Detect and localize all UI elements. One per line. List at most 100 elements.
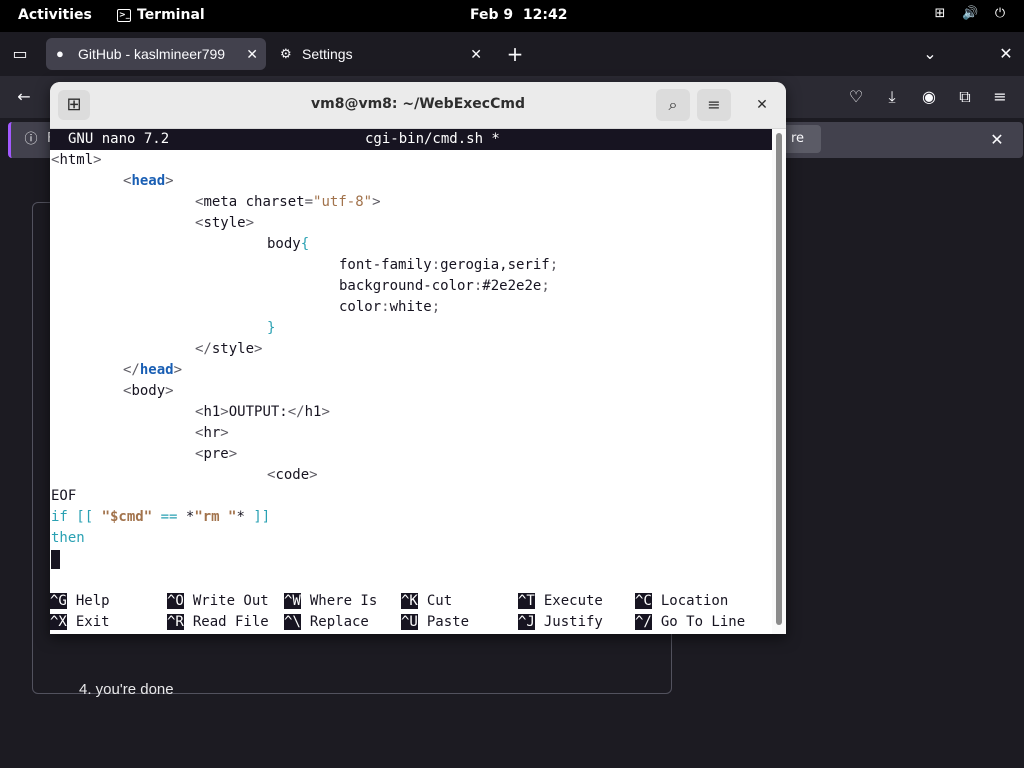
shortcut-key: ^G — [50, 593, 67, 609]
nano-shortcut-item: ^W Where Is — [284, 591, 377, 612]
shortcut-label: Write Out — [192, 593, 269, 609]
terminal-header-bar: ⊞ vm8@vm8: ~/WebExecCmd ⌕ ≡ ✕ — [50, 82, 786, 129]
nano-filename: cgi-bin/cmd.sh * — [365, 131, 500, 147]
activities-button[interactable]: Activities — [18, 7, 92, 23]
app-name: Terminal — [137, 7, 205, 23]
system-tray[interactable]: ⊞ 🔊 ⏻ — [932, 6, 1008, 22]
shortcut-key: ^J — [518, 614, 535, 630]
close-window-icon[interactable]: ✕ — [996, 44, 1016, 64]
extensions-icon[interactable]: ⧉ — [955, 87, 975, 107]
account-icon[interactable]: ◉ — [919, 87, 939, 107]
code-line: <html> — [51, 152, 102, 168]
step-text: 4. you're done — [79, 681, 174, 698]
shortcut-label: Exit — [75, 614, 110, 630]
pocket-icon[interactable]: ♡ — [846, 87, 866, 107]
gear-icon: ⚙ — [280, 46, 292, 61]
tab-label: Settings — [302, 46, 353, 62]
new-tab-button[interactable]: + — [505, 44, 525, 64]
code-line: body{ — [267, 236, 310, 252]
nano-shortcut-item: ^J Justify — [518, 612, 603, 633]
nano-shortcut-item: ^G Help — [50, 591, 110, 612]
shortcut-label: Replace — [309, 614, 369, 630]
shortcut-label: Go To Line — [660, 614, 746, 630]
nano-shortcut-item: ^U Paste — [401, 612, 469, 633]
volume-icon[interactable]: 🔊 — [962, 6, 978, 22]
clock[interactable]: Feb 9 12:42 — [470, 7, 567, 23]
code-line: color:white; — [339, 299, 441, 315]
nano-version: GNU nano 7.2 — [68, 131, 170, 147]
shortcut-label: Execute — [543, 593, 603, 609]
code-line: <h1>OUTPUT:</h1> — [195, 404, 330, 420]
hamburger-menu-button[interactable]: ≡ — [697, 89, 731, 121]
text-cursor — [51, 549, 60, 569]
shortcut-label: Cut — [426, 593, 453, 609]
shortcut-key: ^U — [401, 614, 418, 630]
code-line: <body> — [123, 383, 174, 399]
terminal-scrollbar[interactable] — [772, 129, 786, 634]
nano-shortcut-item: ^R Read File — [167, 612, 269, 633]
nano-title-bar: GNU nano 7.2 cgi-bin/cmd.sh * — [50, 129, 772, 150]
close-icon[interactable]: ✕ — [987, 130, 1007, 150]
network-icon[interactable]: ⊞ — [932, 6, 948, 22]
github-icon: ● — [56, 46, 64, 61]
code-line: <pre> — [195, 446, 238, 462]
code-line: font-family:gerogia,serif; — [339, 257, 559, 273]
nano-shortcut-item: ^T Execute — [518, 591, 603, 612]
code-line: if [[ "$cmd" == *"rm "* ]] — [51, 509, 271, 525]
nano-shortcut-item: ^C Location — [635, 591, 728, 612]
code-line: } — [267, 320, 276, 336]
shortcut-key: ^W — [284, 593, 301, 609]
code-line: EOF — [51, 488, 77, 504]
terminal-screen[interactable]: GNU nano 7.2 cgi-bin/cmd.sh * <html> <he… — [50, 129, 772, 634]
shortcut-label: Help — [75, 593, 110, 609]
close-window-button[interactable]: ✕ — [750, 93, 774, 117]
nano-shortcut-item: ^O Write Out — [167, 591, 269, 612]
shortcut-key: ^R — [167, 614, 184, 630]
shortcut-key: ^/ — [635, 614, 652, 630]
tab-label: GitHub - kaslmineer799 — [78, 46, 226, 62]
tab-settings[interactable]: ⚙ Settings ✕ — [270, 38, 490, 70]
gnome-top-bar: Activities >_ Terminal Feb 9 12:42 ⊞ 🔊 ⏻ — [0, 0, 1024, 32]
code-line: </style> — [195, 341, 263, 357]
scrollbar-thumb[interactable] — [776, 133, 782, 625]
nano-shortcut-item: ^/ Go To Line — [635, 612, 745, 633]
shortcut-key: ^O — [167, 593, 184, 609]
code-line: <head> — [123, 173, 174, 189]
shortcut-key: ^\ — [284, 614, 301, 630]
tab-github[interactable]: ● GitHub - kaslmineer799 ✕ — [46, 38, 266, 70]
shortcut-label: Justify — [543, 614, 603, 630]
code-line: <meta charset="utf-8"> — [195, 194, 381, 210]
tab-strip: ▭ ● GitHub - kaslmineer799 ✕ ⚙ Settings … — [0, 32, 1024, 76]
code-line: then — [51, 530, 85, 546]
code-line: <style> — [195, 215, 255, 231]
close-icon[interactable]: ✕ — [246, 46, 258, 63]
code-line: background-color:#2e2e2e; — [339, 278, 550, 294]
shortcut-key: ^X — [50, 614, 67, 630]
shortcut-key: ^C — [635, 593, 652, 609]
tab-overview-icon[interactable]: ▭ — [10, 44, 30, 64]
shortcut-key: ^K — [401, 593, 418, 609]
shortcut-key: ^T — [518, 593, 535, 609]
download-icon[interactable]: ⤓ — [882, 87, 902, 107]
date-label: Feb 9 — [470, 7, 514, 23]
power-icon[interactable]: ⏻ — [992, 6, 1008, 22]
shortcut-label: Paste — [426, 614, 470, 630]
code-line: <code> — [267, 467, 318, 483]
time-label: 12:42 — [522, 7, 568, 23]
menu-icon[interactable]: ≡ — [990, 87, 1010, 107]
cursor-line — [51, 549, 60, 570]
shortcut-label: Read File — [192, 614, 269, 630]
shortcut-label: Where Is — [309, 593, 378, 609]
nano-shortcut-item: ^K Cut — [401, 591, 452, 612]
back-arrow-icon[interactable]: ← — [14, 87, 34, 107]
chevron-down-icon[interactable]: ⌄ — [920, 44, 940, 64]
nano-shortcut-row: ^X Exit ^R Read File ^\ Replace ^U Paste ^J Justi… — [50, 612, 772, 633]
nano-shortcut-item: ^\ Replace — [284, 612, 369, 633]
app-menu[interactable]: >_ Terminal — [117, 7, 205, 23]
close-icon[interactable]: ✕ — [470, 46, 482, 63]
search-button[interactable]: ⌕ — [656, 89, 690, 121]
info-icon: ⓘ — [24, 132, 38, 147]
code-line: <hr> — [195, 425, 229, 441]
nano-shortcut-item: ^X Exit — [50, 612, 110, 633]
terminal-icon: >_ — [117, 8, 131, 22]
